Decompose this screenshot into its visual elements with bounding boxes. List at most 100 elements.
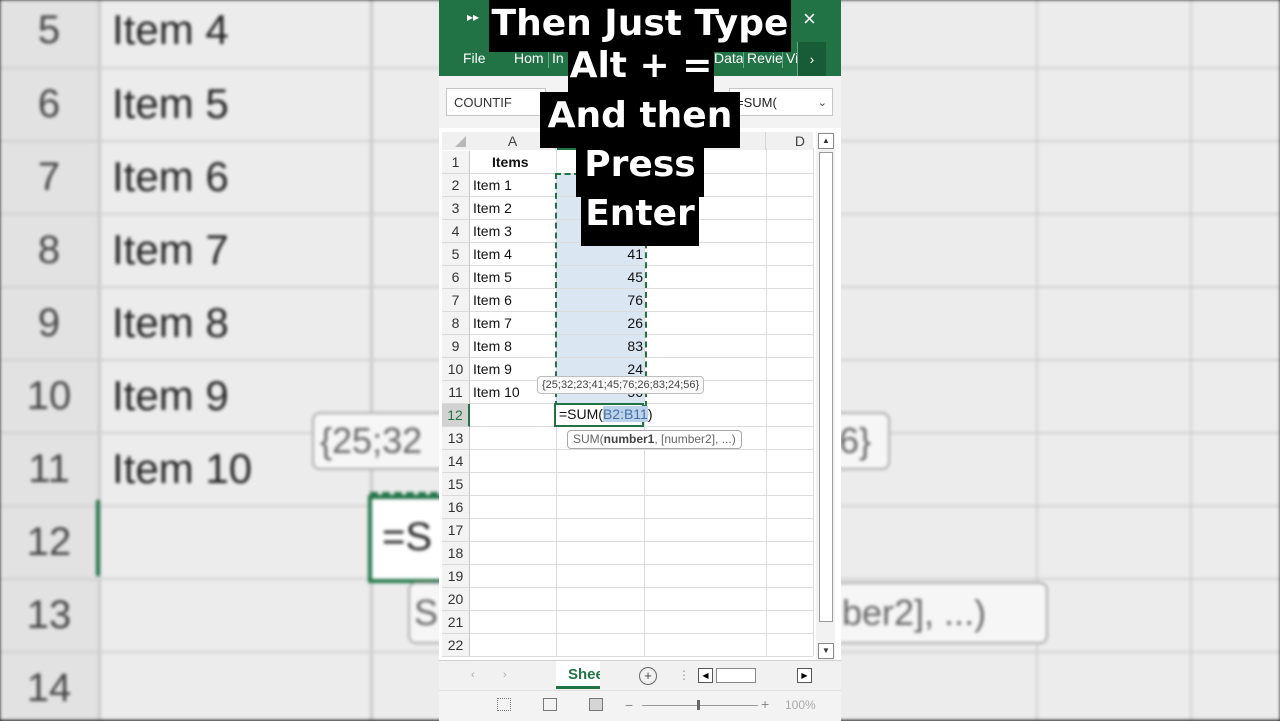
formula-suffix: ) bbox=[647, 406, 653, 422]
grid-line bbox=[470, 587, 813, 588]
cell-item[interactable]: Item 7 bbox=[473, 312, 512, 335]
row-header[interactable]: 17 bbox=[442, 519, 470, 542]
zoom-level[interactable]: 100% bbox=[785, 698, 816, 712]
ribbon-more-button[interactable]: › bbox=[797, 42, 826, 76]
bg-item-label: Item 9 bbox=[112, 372, 229, 419]
row-header[interactable]: 14 bbox=[442, 450, 470, 473]
function-arg-current: number1 bbox=[603, 432, 655, 446]
bg-function-tooltip: ber2], ...) bbox=[832, 582, 1048, 644]
row-header[interactable]: 11 bbox=[442, 381, 470, 404]
row-header[interactable]: 12 bbox=[442, 404, 470, 427]
grid-line bbox=[470, 472, 813, 473]
function-args-rest: , [number2], ...) bbox=[654, 432, 736, 446]
cell-item[interactable]: Item 6 bbox=[473, 289, 512, 312]
grid-line bbox=[470, 495, 813, 496]
row-header[interactable]: 22 bbox=[442, 634, 470, 657]
scroll-down-icon[interactable]: ▼ bbox=[818, 643, 834, 659]
row-header[interactable]: 4 bbox=[442, 220, 470, 243]
add-sheet-button[interactable]: + bbox=[639, 667, 657, 685]
row-header[interactable]: 1 bbox=[442, 151, 470, 174]
scroll-thumb[interactable] bbox=[716, 668, 756, 683]
bg-item-label: Item 4 bbox=[112, 6, 229, 53]
row-header[interactable]: 19 bbox=[442, 565, 470, 588]
page-layout-icon[interactable] bbox=[543, 698, 557, 711]
name-box[interactable]: COUNTIF bbox=[446, 88, 546, 116]
sheet-nav-prev[interactable]: ‹ bbox=[471, 669, 475, 681]
cell-item[interactable]: Item 10 bbox=[473, 381, 520, 404]
tab-insert[interactable]: In bbox=[552, 50, 564, 66]
row-header[interactable]: 10 bbox=[442, 358, 470, 381]
bg-marching-ants bbox=[370, 492, 450, 496]
grid-line bbox=[470, 541, 813, 542]
row-header[interactable]: 20 bbox=[442, 588, 470, 611]
bg-row-number: 8 bbox=[37, 228, 61, 272]
row-header[interactable]: 7 bbox=[442, 289, 470, 312]
row-header[interactable]: 13 bbox=[442, 427, 470, 450]
tab-home[interactable]: Hom bbox=[514, 50, 544, 66]
vertical-scrollbar[interactable]: ▲ ▼ bbox=[816, 132, 835, 660]
bg-item-label: Item 8 bbox=[112, 299, 229, 346]
bg-row-number: 10 bbox=[26, 374, 72, 418]
grid-line bbox=[470, 610, 813, 611]
bg-item-label: Item 5 bbox=[112, 80, 229, 127]
row-header[interactable]: 8 bbox=[442, 312, 470, 335]
bg-row-number: 7 bbox=[37, 155, 61, 199]
cell-item[interactable]: Item 3 bbox=[473, 220, 512, 243]
ribbon-separator bbox=[782, 52, 783, 68]
scroll-thumb[interactable] bbox=[819, 152, 833, 622]
tab-splitter-icon[interactable]: ⋮ bbox=[678, 668, 690, 682]
zoom-slider-handle[interactable] bbox=[697, 700, 700, 710]
row-header[interactable]: 3 bbox=[442, 197, 470, 220]
row-header[interactable]: 9 bbox=[442, 335, 470, 358]
cell-item[interactable]: Item 5 bbox=[473, 266, 512, 289]
row-header[interactable]: 2 bbox=[442, 174, 470, 197]
zoom-out-icon[interactable]: − bbox=[625, 697, 633, 713]
tab-review[interactable]: Revie bbox=[747, 50, 783, 66]
grid-line bbox=[470, 449, 813, 450]
bg-formula-text: =S bbox=[382, 515, 433, 559]
tab-data[interactable]: Data bbox=[714, 50, 744, 66]
scroll-left-icon[interactable]: ◀ bbox=[698, 668, 713, 683]
cell-item[interactable]: Item 4 bbox=[473, 243, 512, 266]
zoom-in-icon[interactable]: + bbox=[761, 696, 769, 712]
row-header[interactable]: 15 bbox=[442, 473, 470, 496]
ribbon-separator bbox=[548, 52, 549, 68]
bg-row-selection-mark bbox=[96, 500, 100, 576]
row-header[interactable]: 6 bbox=[442, 266, 470, 289]
bg-row-number: 9 bbox=[37, 301, 61, 345]
scroll-up-icon[interactable]: ▲ bbox=[818, 133, 834, 149]
cell-item[interactable]: Item 1 bbox=[473, 174, 512, 197]
scroll-right-icon[interactable]: ▶ bbox=[797, 668, 812, 683]
caption-line: And then bbox=[540, 92, 740, 148]
active-cell-editor[interactable]: =SUM(B2:B11) bbox=[554, 403, 653, 427]
formula-input[interactable]: =SUM( ⌄ bbox=[729, 88, 833, 116]
sheet-tab[interactable]: Sheet1 bbox=[556, 661, 600, 689]
sheet-nav-next[interactable]: › bbox=[503, 669, 507, 681]
column-header-d[interactable]: D bbox=[766, 132, 813, 150]
close-button[interactable]: × bbox=[803, 6, 816, 32]
row-header[interactable]: 16 bbox=[442, 496, 470, 519]
grid-line bbox=[813, 148, 814, 656]
caption-line: Enter bbox=[581, 190, 699, 246]
row-header[interactable]: 5 bbox=[442, 243, 470, 266]
page-break-preview-icon[interactable] bbox=[589, 698, 603, 711]
grid-line bbox=[470, 656, 813, 657]
header-cell-items[interactable]: Items bbox=[492, 151, 529, 174]
tab-view[interactable]: Vi bbox=[786, 50, 797, 66]
horizontal-scrollbar[interactable]: ◀ ▶ bbox=[698, 668, 812, 683]
chevron-down-icon[interactable]: ⌄ bbox=[818, 89, 827, 117]
select-all-corner[interactable] bbox=[442, 132, 470, 150]
grid-line bbox=[470, 564, 813, 565]
normal-view-icon[interactable] bbox=[497, 698, 511, 711]
tab-file[interactable]: File bbox=[463, 50, 486, 66]
row-header[interactable]: 21 bbox=[442, 611, 470, 634]
cell-item[interactable]: Item 8 bbox=[473, 335, 512, 358]
row-header[interactable]: 18 bbox=[442, 542, 470, 565]
bg-row-number: 5 bbox=[37, 8, 61, 52]
cell-item[interactable]: Item 2 bbox=[473, 197, 512, 220]
function-signature-tooltip[interactable]: SUM(number1, [number2], ...) bbox=[567, 430, 742, 449]
bg-row-number: 11 bbox=[28, 447, 70, 491]
chevron-right-double-icon[interactable]: ▸▸ bbox=[467, 10, 479, 24]
zoom-slider[interactable] bbox=[642, 705, 758, 706]
cell-item[interactable]: Item 9 bbox=[473, 358, 512, 381]
